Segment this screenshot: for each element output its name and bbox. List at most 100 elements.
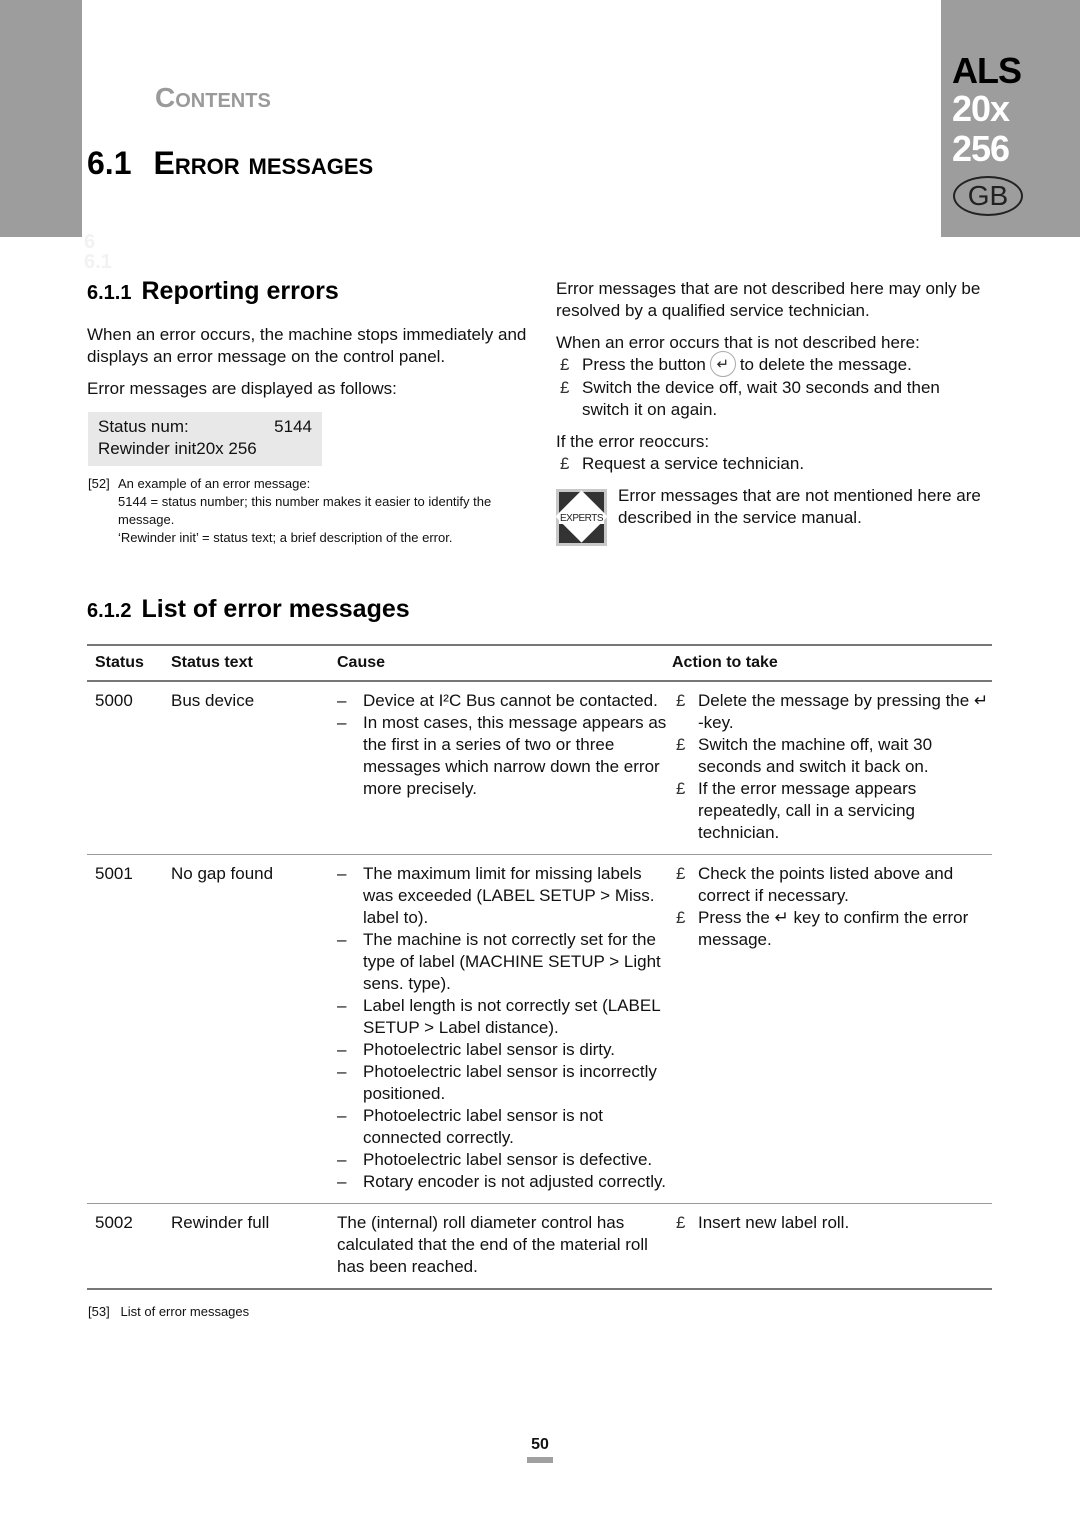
cause-text: Photoelectric label sensor is defective. xyxy=(363,1150,653,1169)
status-num-value: 5144 xyxy=(274,417,312,436)
cause-item: – Photoelectric label sensor is incorrect… xyxy=(337,1061,672,1105)
cause-item: – Photoelectric label sensor is dirty. xyxy=(337,1039,672,1061)
enter-key-icon: ↵ xyxy=(709,350,736,377)
chapter-title-text: Error messages xyxy=(153,145,374,181)
section-number: 6.1.2 xyxy=(87,600,132,622)
action-item: £ Press the ↵ key to confirm the error me… xyxy=(672,907,992,951)
status-text: Bus device xyxy=(171,681,337,855)
bullet-marker: £ xyxy=(676,735,686,754)
section-heading: 6.1.2 List of error messages xyxy=(87,595,410,624)
cause-item: – In most cases, this message appears as … xyxy=(337,712,672,800)
chapter-title: 6.1 Error messages xyxy=(87,145,373,182)
figure-53-caption: [53] List of error messages xyxy=(88,1304,249,1319)
cause-text: Device at I²C Bus cannot be contacted. xyxy=(363,691,658,710)
action-item: £ If the error message appears repeatedly… xyxy=(672,778,992,844)
dash-marker: – xyxy=(337,996,347,1015)
bullet-text: Request a service technician. xyxy=(582,453,805,473)
section-title: List of error messages xyxy=(141,595,410,623)
dash-marker: – xyxy=(337,930,347,949)
action-cell: £ Insert new label roll. xyxy=(672,1203,992,1290)
model-line-2: 256 xyxy=(952,128,1010,169)
action-item: £ Delete the message by pressing the ↵ -k… xyxy=(672,690,992,734)
cause-item: – The machine is not correctly set for th… xyxy=(337,929,672,995)
table-row: 5001 No gap found – The maximum limit for… xyxy=(87,854,992,1204)
cause-text: The machine is not correctly set for the… xyxy=(363,930,661,993)
cause-item: – The maximum limit for missing labels wa… xyxy=(337,863,672,929)
country-badge: GB xyxy=(953,176,1023,216)
action-item: £ Insert new label roll. xyxy=(672,1212,992,1234)
bullet-text: Switch the device off, wait 30 seconds a… xyxy=(582,377,940,419)
status-code: 5000 xyxy=(87,681,171,855)
status-code: 5001 xyxy=(87,854,171,1204)
page-number: 50 xyxy=(531,1436,549,1453)
bullet-switch-off: £ Switch the device off, wait 30 seconds… xyxy=(556,377,991,421)
intro-paragraph: When an error occurs, the machine stops … xyxy=(87,325,527,366)
dash-marker: – xyxy=(337,1040,347,1059)
dash-marker: – xyxy=(337,691,347,710)
caption-line: An example of an error message: xyxy=(118,476,311,491)
dash-marker: – xyxy=(337,713,347,732)
dash-marker: – xyxy=(337,1106,347,1125)
status-text: No gap found xyxy=(171,854,337,1204)
cause-text: Photoelectric label sensor is dirty. xyxy=(363,1040,615,1059)
caption-line: 5144 = status number; this number makes … xyxy=(118,494,492,527)
bullet-press-button: £ Press the button ↵ to delete the message… xyxy=(556,350,991,377)
technician-note: Error messages that are not described he… xyxy=(556,279,981,320)
figure-52-caption: [52] An example of an error message: 514… xyxy=(88,475,528,547)
cause-item: – Device at I²C Bus cannot be contacted. xyxy=(337,690,672,712)
cause-item: – Photoelectric label sensor is not conne… xyxy=(337,1105,672,1149)
section-title: Reporting errors xyxy=(141,277,339,305)
chapter-number: 6.1 xyxy=(87,145,132,181)
error-display-example: Status num: 5144 Rewinder init20x 256 xyxy=(88,412,322,466)
display-intro: Error messages are displayed as follows: xyxy=(87,379,397,398)
table-row: 5000 Bus device – Device at I²C Bus canno… xyxy=(87,681,992,855)
column-header-status: Status xyxy=(87,644,171,682)
caption-line: ‘Rewinder init’ = status text; a brief d… xyxy=(118,530,453,545)
dash-marker: – xyxy=(337,1062,347,1081)
experts-note: Error messages that are not mentioned he… xyxy=(618,486,981,527)
cause-item: – Label length is not correctly set (LABE… xyxy=(337,995,672,1039)
action-cell: £ Delete the message by pressing the ↵ -k… xyxy=(672,681,992,855)
status-text: Rewinder init20x 256 xyxy=(98,439,257,458)
section-heading: 6.1.1 Reporting errors xyxy=(87,277,527,306)
action-text: Check the points listed above and correc… xyxy=(698,864,954,905)
dash-marker: – xyxy=(337,1172,347,1191)
bullet-marker: £ xyxy=(560,355,570,374)
column-header-cause: Cause xyxy=(337,644,672,682)
status-text: Rewinder full xyxy=(171,1203,337,1290)
action-cell: £ Check the points listed above and corre… xyxy=(672,854,992,1204)
section-number: 6.1.1 xyxy=(87,282,132,304)
cause-cell: – Device at I²C Bus cannot be contacted. … xyxy=(337,681,672,855)
bullet-marker: £ xyxy=(560,377,570,397)
section-reporting-errors: 6.1.1 Reporting errors When an error occu… xyxy=(87,277,527,400)
bullet-marker: £ xyxy=(676,691,686,710)
bullet-marker: £ xyxy=(676,779,686,798)
status-code: 5002 xyxy=(87,1203,171,1290)
cause-text: Rotary encoder is not adjusted correctly… xyxy=(363,1172,666,1191)
product-name: ALS xyxy=(952,50,1022,91)
table-row: 5002 Rewinder full The (internal) roll d… xyxy=(87,1203,992,1290)
column-header-action: Action to take xyxy=(672,644,992,682)
model-line-1: 20x xyxy=(952,88,1010,129)
table-header-row: Status Status text Cause Action to take xyxy=(87,644,992,682)
bullet-text: Press the button xyxy=(582,355,706,374)
cause-cell: The (internal) roll diameter control has… xyxy=(337,1203,672,1290)
action-item: £ Switch the machine off, wait 30 seconds… xyxy=(672,734,992,778)
bullet-marker: £ xyxy=(560,453,570,473)
action-text: Press the ↵ key to confirm the error mes… xyxy=(698,908,969,949)
bullet-request-technician: £ Request a service technician. xyxy=(556,453,991,475)
ghost-line: 6 xyxy=(84,231,96,253)
cause-text: Photoelectric label sensor is incorrectl… xyxy=(363,1062,657,1103)
status-num-label: Status num: xyxy=(98,417,189,436)
cause-text: Label length is not correctly set (LABEL… xyxy=(363,996,661,1037)
cause-text: Photoelectric label sensor is not connec… xyxy=(363,1106,604,1147)
bullet-marker: £ xyxy=(676,1213,686,1232)
page-number-bar xyxy=(527,1457,553,1463)
not-described-intro: When an error occurs that is not describ… xyxy=(556,333,920,352)
contents-link[interactable]: Contents xyxy=(155,82,271,114)
cause-cell: – The maximum limit for missing labels wa… xyxy=(337,854,672,1204)
figure-number: [52] xyxy=(88,476,110,491)
error-table: Status Status text Cause Action to take … xyxy=(87,644,992,1290)
cause-item: – Photoelectric label sensor is defective… xyxy=(337,1149,672,1171)
action-text: If the error message appears repeatedly,… xyxy=(698,779,917,842)
